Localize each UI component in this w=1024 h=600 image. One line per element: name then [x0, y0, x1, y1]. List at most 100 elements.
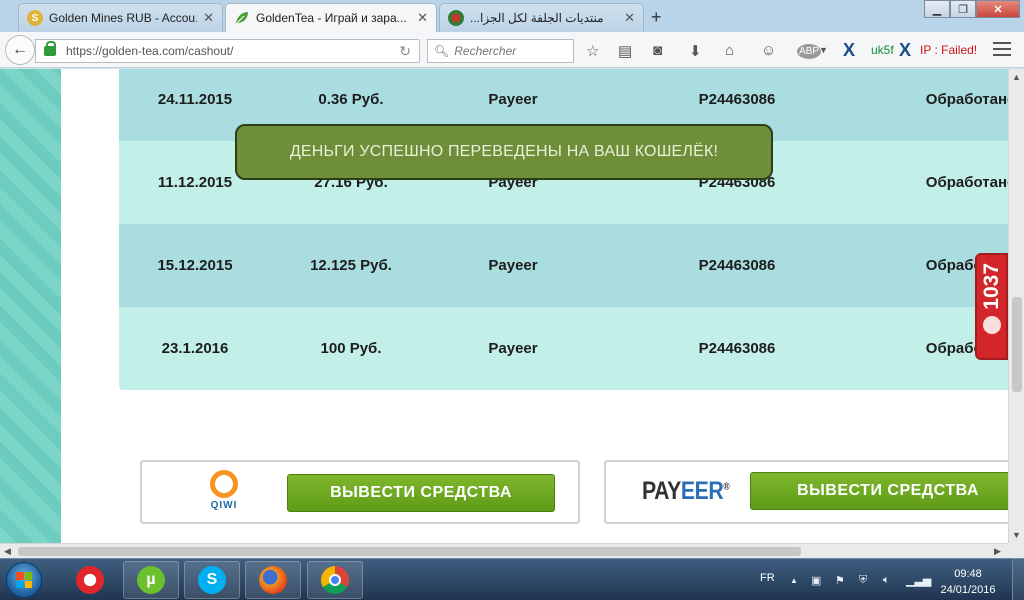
- side-counter-widget[interactable]: 1037: [975, 253, 1008, 360]
- clock-date: 24/01/2016: [940, 584, 996, 596]
- cashout-content: 24.11.2015 0.36 Руб. Payeer P24463086 Об…: [61, 69, 1008, 543]
- extension-x-icon[interactable]: X: [899, 40, 911, 61]
- back-arrow-icon[interactable]: ←: [5, 35, 35, 65]
- show-desktop-button[interactable]: [1012, 559, 1024, 600]
- scroll-right-arrow-icon[interactable]: ▶: [994, 546, 1001, 557]
- language-indicator[interactable]: FR: [760, 572, 775, 584]
- tab-title: Golden Mines RUB - Accou...: [49, 11, 198, 25]
- payout-date: 23.1.2016: [161, 340, 229, 357]
- registered-mark-icon: ®: [723, 481, 730, 493]
- taskbar-skype[interactable]: S: [184, 561, 240, 599]
- payeer-withdraw-card: PAYEER® ВЫВЕСТИ СРЕДСТВА: [604, 460, 1008, 524]
- payout-status: Обработано: [925, 91, 1008, 108]
- windows-taskbar: µ S FR ▲ ▣ ⚑ ⛨ 🔈︎ ▁▃▅ 09:48 24/01/2016: [0, 558, 1024, 600]
- horizontal-scroll-thumb[interactable]: [18, 547, 801, 556]
- table-row: 23.1.2016 100 Руб. Payeer P24463086 Обра…: [119, 307, 1008, 390]
- url-bar[interactable]: https://golden-tea.com/cashout/ ↻: [35, 39, 420, 63]
- golden-mines-favicon-icon: S: [27, 10, 43, 26]
- page-viewport: 24.11.2015 0.36 Руб. Payeer P24463086 Об…: [0, 69, 1008, 543]
- close-icon[interactable]: ✕: [203, 10, 214, 26]
- payout-wallet: P24463086: [698, 91, 776, 108]
- chrome-icon: [321, 566, 349, 594]
- vertical-scroll-thumb[interactable]: [1012, 297, 1022, 392]
- payout-system: Payeer: [488, 257, 538, 274]
- payout-amount: 0.36 Руб.: [318, 91, 384, 108]
- utorrent-icon: µ: [137, 566, 165, 594]
- tab-djelfa-forum[interactable]: ...منتديات الجلفة لكل الجزا ✕: [439, 3, 644, 32]
- search-bar[interactable]: 🔍︎: [427, 39, 574, 63]
- flag-icon: [448, 10, 464, 26]
- taskbar-chrome[interactable]: [307, 561, 363, 599]
- close-icon[interactable]: ✕: [417, 10, 428, 26]
- qiwi-logo: QIWI: [206, 470, 242, 516]
- browser-tab-strip: S Golden Mines RUB - Accou... ✕ GoldenTe…: [0, 0, 1024, 32]
- shield-icon[interactable]: ⛨: [859, 574, 867, 587]
- clock-time: 09:48: [954, 568, 982, 580]
- skype-icon: S: [198, 566, 226, 594]
- action-center-flag-icon[interactable]: ⚑: [835, 574, 845, 587]
- payeer-logo-text-b: EER: [680, 477, 724, 505]
- payout-system: Payeer: [488, 340, 538, 357]
- scroll-down-arrow-icon[interactable]: ▼: [1012, 530, 1021, 540]
- volume-icon[interactable]: 🔈︎: [883, 574, 890, 587]
- hamburger-menu-icon[interactable]: [993, 42, 1011, 60]
- qiwi-logo-text: QIWI: [210, 500, 238, 511]
- extension-x-icon[interactable]: X: [843, 40, 855, 61]
- payout-history-table: 24.11.2015 0.36 Руб. Payeer P24463086 Об…: [119, 69, 1008, 391]
- payout-date: 15.12.2015: [157, 257, 233, 274]
- minimize-icon[interactable]: ▁: [924, 0, 950, 18]
- payeer-logo-text-a: PAY: [642, 477, 681, 505]
- taskbar-opera[interactable]: [62, 561, 118, 599]
- device-tray-icon[interactable]: ▣: [811, 574, 821, 587]
- leaf-icon: [234, 10, 250, 26]
- ip-status-text[interactable]: IP : Failed!: [920, 43, 977, 57]
- payout-amount: 100 Руб.: [320, 340, 382, 357]
- success-notification: ДЕНЬГИ УСПЕШНО ПЕРЕВЕДЕНЫ НА ВАШ КОШЕЛЁК…: [235, 124, 773, 180]
- payout-date: 24.11.2015: [157, 91, 233, 108]
- side-counter-value: 1037: [979, 263, 1003, 310]
- reading-list-icon[interactable]: ▤: [618, 42, 632, 60]
- taskbar-firefox[interactable]: [245, 561, 301, 599]
- close-window-icon[interactable]: ✕: [976, 0, 1020, 18]
- qiwi-logo-icon: [210, 470, 238, 498]
- lock-icon: [44, 41, 56, 56]
- payout-status: Обработано: [925, 174, 1008, 191]
- scroll-up-arrow-icon[interactable]: ▲: [1012, 72, 1021, 82]
- pocket-icon[interactable]: ◙: [653, 42, 662, 59]
- payeer-logo: PAYEER®: [642, 477, 730, 506]
- start-button[interactable]: [6, 562, 42, 598]
- search-icon: 🔍︎: [434, 44, 450, 58]
- home-icon[interactable]: ⌂: [725, 42, 734, 59]
- reload-icon[interactable]: ↻: [399, 43, 411, 60]
- taskbar-clock[interactable]: 09:48 24/01/2016: [933, 566, 1003, 598]
- horizontal-scrollbar[interactable]: ◀ ▶: [0, 543, 1008, 558]
- hello-chat-icon[interactable]: ☺: [761, 42, 776, 59]
- chevron-down-icon[interactable]: ▼: [819, 45, 828, 55]
- tab-title: GoldenTea - Играй и зара...: [256, 11, 407, 25]
- download-icon[interactable]: ⬇: [689, 42, 702, 60]
- firefox-icon: [259, 566, 287, 594]
- extension-status-text[interactable]: uk5f: [871, 43, 894, 57]
- tab-goldentea[interactable]: GoldenTea - Играй и зара... ✕: [225, 3, 437, 32]
- window-controls: ▁ ❐ ✕: [924, 0, 1020, 18]
- windows-logo-icon: [16, 572, 32, 588]
- search-input[interactable]: [454, 44, 565, 58]
- network-signal-icon[interactable]: ▁▃▅: [906, 574, 931, 587]
- decorative-side-background: [0, 69, 61, 543]
- taskbar-utorrent[interactable]: µ: [123, 561, 179, 599]
- show-hidden-icons-icon[interactable]: ▲: [790, 576, 798, 585]
- restore-icon[interactable]: ❐: [950, 0, 976, 18]
- scroll-left-arrow-icon[interactable]: ◀: [4, 546, 11, 557]
- close-icon[interactable]: ✕: [624, 10, 635, 26]
- url-text[interactable]: https://golden-tea.com/cashout/: [66, 44, 233, 58]
- table-row: 15.12.2015 12.125 Руб. Payeer P24463086 …: [119, 224, 1008, 307]
- adblock-icon[interactable]: ABP: [797, 44, 822, 59]
- bookmark-star-icon[interactable]: ☆: [586, 42, 599, 60]
- vertical-scrollbar[interactable]: ▲ ▼: [1008, 69, 1024, 543]
- counter-logo-icon: [982, 315, 1001, 334]
- qiwi-withdraw-button[interactable]: ВЫВЕСТИ СРЕДСТВА: [287, 474, 555, 512]
- new-tab-plus-icon[interactable]: +: [651, 7, 662, 28]
- payeer-withdraw-button[interactable]: ВЫВЕСТИ СРЕДСТВА: [750, 472, 1008, 510]
- tab-golden-mines[interactable]: S Golden Mines RUB - Accou... ✕: [18, 3, 223, 32]
- payout-date: 11.12.2015: [157, 174, 233, 191]
